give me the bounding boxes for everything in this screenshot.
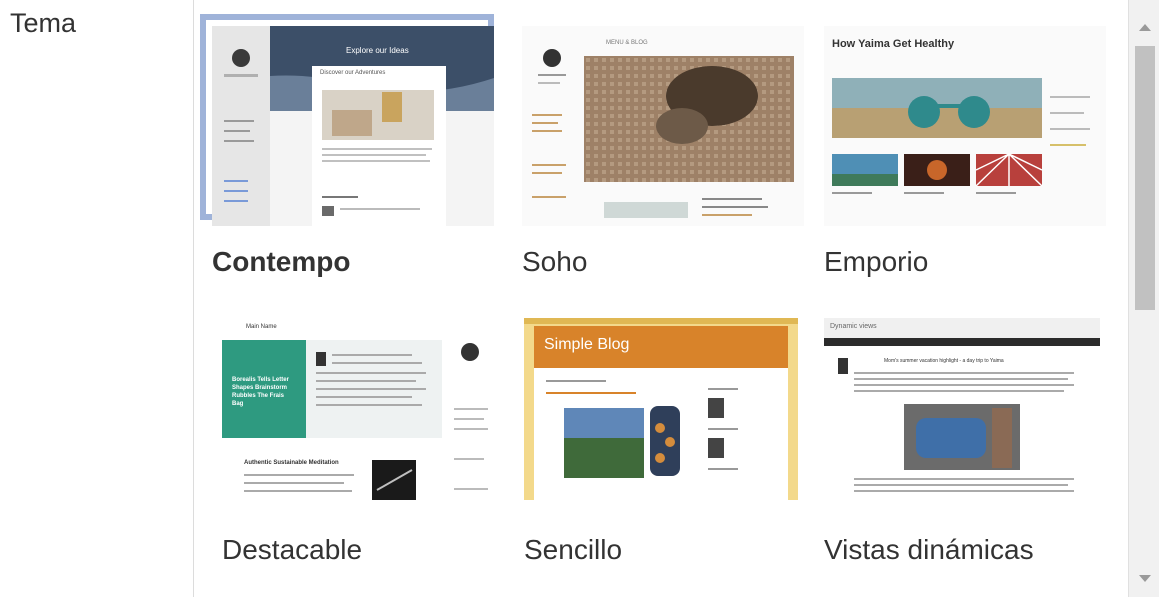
preview-nav-text: MENU & BLOG [606, 40, 648, 46]
vertical-scrollbar[interactable] [1128, 0, 1159, 597]
preview-header: Main Name [246, 324, 277, 330]
theme-thumbnail-soho[interactable]: MENU & BLOG [522, 26, 804, 226]
theme-gallery: Explore our Ideas Discover our Adventure… [193, 0, 1128, 597]
theme-label-soho[interactable]: Soho [522, 246, 587, 278]
preview-post-title: Discover our Adventures [320, 70, 386, 76]
preview-title: How Yaima Get Healthy [832, 38, 955, 50]
preview-header-text: Explore our Ideas [346, 46, 409, 55]
section-label-tema: Tema [10, 8, 77, 38]
theme-thumbnail-destacable[interactable]: Main Name Borealis Tells Letter Shapes B… [222, 318, 504, 500]
theme-thumbnail-sencillo[interactable]: Simple Blog [524, 318, 806, 500]
theme-label-contempo[interactable]: Contempo [212, 246, 350, 278]
scrollbar-thumb[interactable] [1135, 46, 1155, 310]
scroll-up-arrow-icon[interactable] [1139, 24, 1151, 31]
theme-label-destacable[interactable]: Destacable [222, 534, 362, 566]
preview-feature-text: Borealis Tells Letter Shapes Brainstorm … [232, 377, 289, 407]
preview-title: Simple Blog [544, 336, 630, 353]
theme-thumbnail-emporio[interactable]: How Yaima Get Healthy [824, 26, 1106, 226]
preview-title: Dynamic views [830, 323, 877, 330]
theme-label-vistas-dinamicas[interactable]: Vistas dinámicas [824, 534, 1034, 566]
scroll-down-arrow-icon[interactable] [1139, 575, 1151, 582]
theme-label-emporio[interactable]: Emporio [824, 246, 928, 278]
theme-label-sencillo[interactable]: Sencillo [524, 534, 622, 566]
theme-thumbnail-vistas-dinamicas[interactable]: Dynamic views Mom's summer vacation high… [824, 318, 1106, 500]
theme-thumbnail-contempo[interactable]: Explore our Ideas Discover our Adventure… [212, 26, 494, 226]
preview-headline: Mom's summer vacation highlight - a day … [884, 358, 1004, 364]
preview-post-title: Authentic Sustainable Meditation [244, 460, 339, 466]
